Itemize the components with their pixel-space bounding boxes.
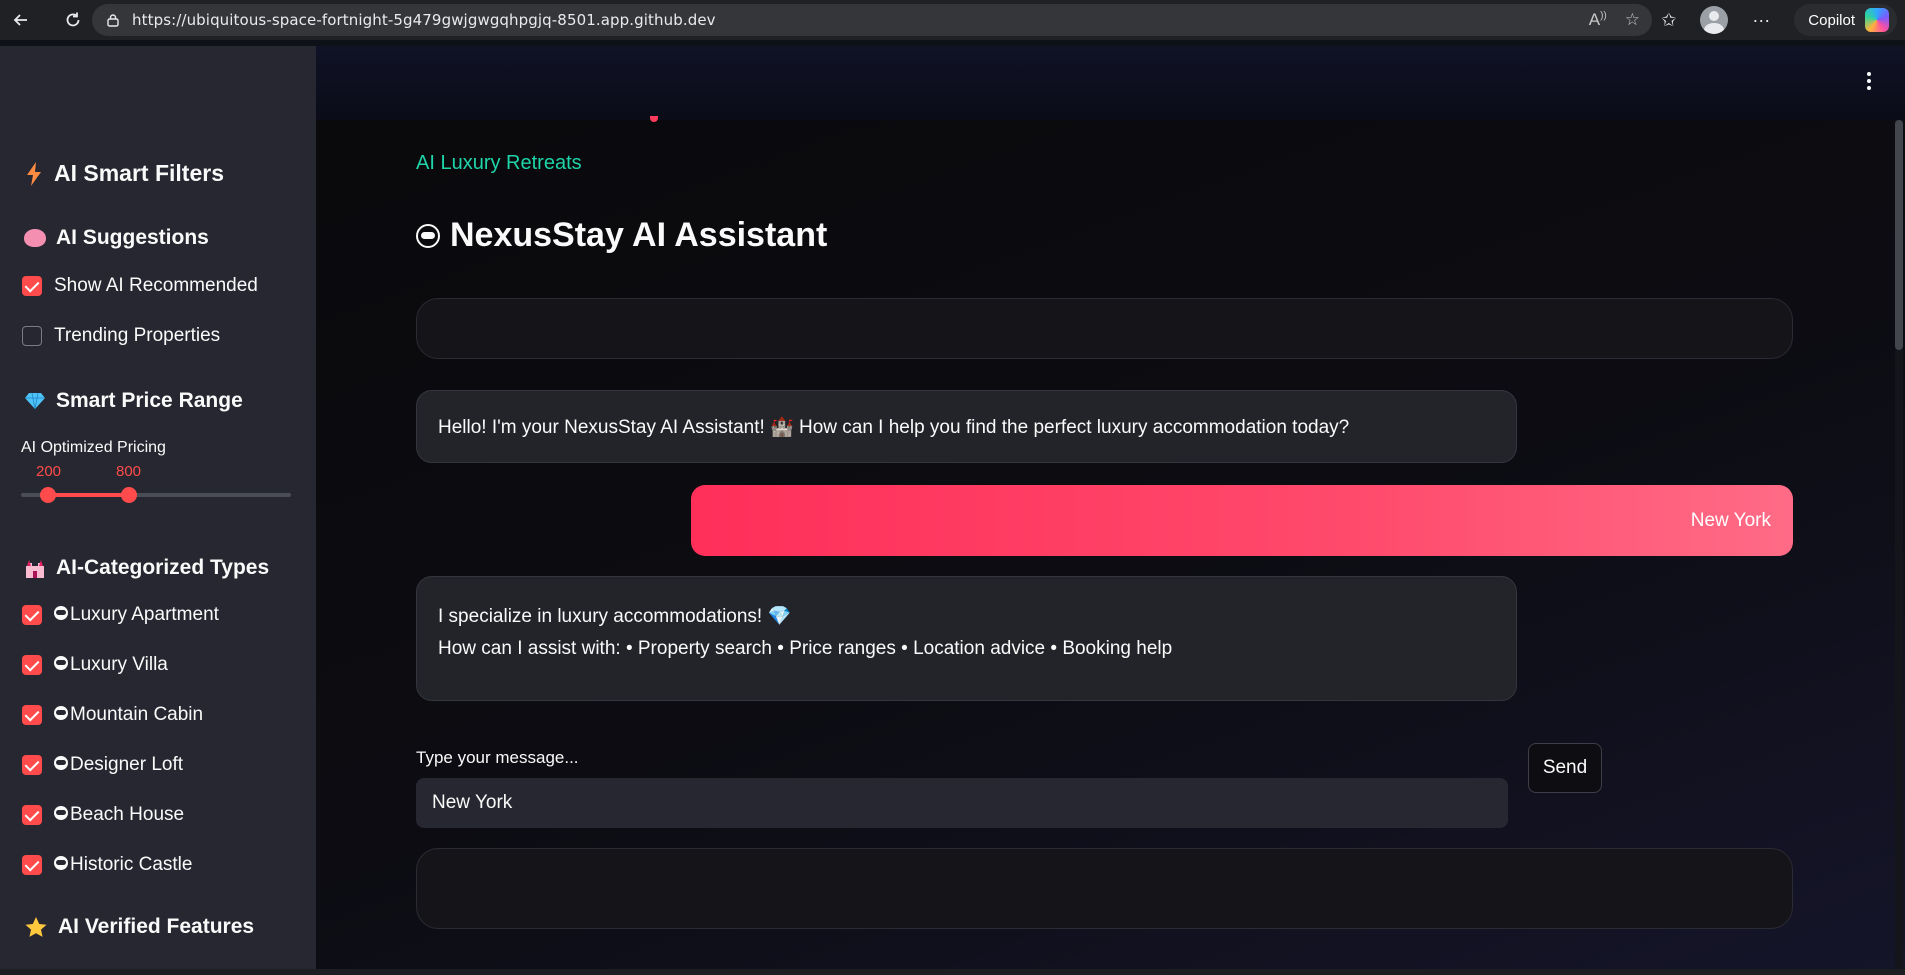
send-button[interactable]: Send bbox=[1528, 743, 1602, 793]
bot-icon bbox=[54, 756, 68, 770]
page-subtitle: AI Luxury Retreats bbox=[416, 152, 582, 174]
checkbox-checked[interactable] bbox=[22, 755, 42, 775]
bot-icon bbox=[54, 656, 68, 670]
show-ai-recommended-checkbox[interactable]: Show AI Recommended bbox=[22, 275, 258, 297]
star-icon bbox=[25, 917, 47, 937]
copilot-icon bbox=[1865, 8, 1889, 32]
price-slider-label: AI Optimized Pricing bbox=[21, 439, 166, 456]
price-high-value: 800 bbox=[116, 463, 142, 480]
type-luxury-villa-checkbox[interactable]: Luxury Villa bbox=[22, 654, 168, 676]
type-historic-castle-checkbox[interactable]: Historic Castle bbox=[22, 854, 192, 876]
more-options-icon[interactable]: ··· bbox=[1752, 10, 1770, 31]
price-slider-fill bbox=[48, 493, 130, 497]
checkbox-checked[interactable] bbox=[22, 855, 42, 875]
message-input-label: Type your message... bbox=[416, 748, 579, 767]
message-input[interactable] bbox=[416, 778, 1508, 828]
checkbox-unchecked[interactable] bbox=[22, 326, 42, 346]
main-content: AI Luxury Retreats NexusStay AI Assistan… bbox=[316, 46, 1905, 975]
assistant-message: Hello! I'm your NexusStay AI Assistant! … bbox=[416, 390, 1517, 463]
checkbox-checked[interactable] bbox=[22, 605, 42, 625]
ai-suggestions-heading: AI Suggestions bbox=[24, 226, 209, 250]
sidebar: AI Smart Filters AI Suggestions Show AI … bbox=[0, 46, 316, 975]
app-menu-icon[interactable] bbox=[1867, 72, 1871, 90]
back-icon[interactable] bbox=[6, 5, 36, 35]
type-mountain-cabin-checkbox[interactable]: Mountain Cabin bbox=[22, 704, 203, 726]
lock-icon bbox=[107, 14, 119, 27]
type-designer-loft-checkbox[interactable]: Designer Loft bbox=[22, 754, 183, 776]
type-beach-house-checkbox[interactable]: Beach House bbox=[22, 804, 184, 826]
bot-icon bbox=[54, 706, 68, 720]
gem-icon bbox=[25, 392, 45, 410]
checkbox-checked[interactable] bbox=[22, 805, 42, 825]
browser-toolbar: https://ubiquitous-space-fortnight-5g479… bbox=[0, 0, 1905, 40]
window-bottom-edge bbox=[0, 969, 1905, 975]
checkbox-checked[interactable] bbox=[22, 655, 42, 675]
page-title: NexusStay AI Assistant bbox=[416, 216, 827, 255]
empty-container-bottom bbox=[416, 848, 1793, 929]
copilot-button[interactable]: Copilot bbox=[1794, 4, 1897, 36]
bot-icon bbox=[54, 606, 68, 620]
brain-icon bbox=[24, 229, 46, 247]
bot-icon bbox=[416, 223, 440, 248]
page-scrollbar[interactable] bbox=[1895, 120, 1903, 975]
lightning-icon bbox=[27, 161, 41, 186]
copilot-label: Copilot bbox=[1808, 11, 1855, 29]
url-text: https://ubiquitous-space-fortnight-5g479… bbox=[132, 11, 716, 29]
profile-avatar[interactable] bbox=[1700, 6, 1729, 34]
price-low-value: 200 bbox=[36, 463, 62, 480]
address-bar[interactable]: https://ubiquitous-space-fortnight-5g479… bbox=[92, 4, 1652, 36]
empty-container-top bbox=[416, 298, 1793, 359]
checkbox-checked[interactable] bbox=[22, 705, 42, 725]
trending-properties-checkbox[interactable]: Trending Properties bbox=[22, 325, 220, 347]
ai-categorized-types-heading: AI-Categorized Types bbox=[24, 556, 269, 580]
read-aloud-icon[interactable]: A)) bbox=[1589, 10, 1607, 30]
type-luxury-apartment-checkbox[interactable]: Luxury Apartment bbox=[22, 604, 219, 626]
app-header bbox=[316, 46, 1905, 120]
smart-price-range-heading: Smart Price Range bbox=[24, 389, 243, 413]
bot-icon bbox=[54, 856, 68, 870]
castle-icon bbox=[26, 560, 44, 578]
refresh-icon[interactable] bbox=[58, 5, 88, 35]
ai-verified-features-heading: AI Verified Features bbox=[24, 915, 254, 939]
checkbox-checked[interactable] bbox=[22, 276, 42, 296]
user-message: New York bbox=[691, 485, 1793, 556]
scrollbar-thumb[interactable] bbox=[1895, 120, 1903, 350]
sidebar-title: AI Smart Filters bbox=[26, 160, 224, 187]
decoration-dot bbox=[650, 116, 658, 122]
favorites-icon[interactable]: ✩ bbox=[1661, 10, 1676, 31]
favorite-star-icon[interactable]: ☆ bbox=[1625, 10, 1640, 30]
price-slider-high-thumb[interactable] bbox=[121, 487, 137, 503]
assistant-message: I specialize in luxury accommodations! 💎… bbox=[416, 576, 1517, 701]
price-slider-low-thumb[interactable] bbox=[40, 487, 56, 503]
bot-icon bbox=[54, 806, 68, 820]
